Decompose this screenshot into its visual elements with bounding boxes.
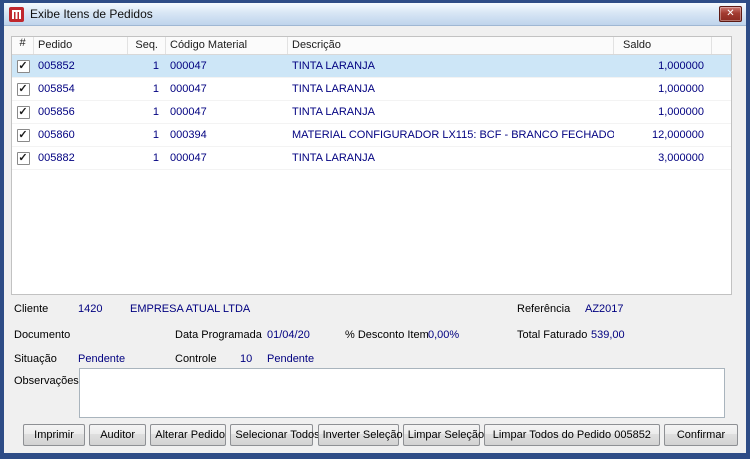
cell-codigo: 000047: [170, 60, 207, 72]
desconto-item-label: % Desconto Item: [345, 329, 429, 341]
data-programada-label: Data Programada: [175, 329, 262, 341]
row-checkbox[interactable]: ✓: [16, 59, 30, 73]
close-icon: ✕: [726, 8, 735, 19]
limpar-selecao-button[interactable]: Limpar Seleção: [402, 424, 484, 446]
col-header-pedido[interactable]: Pedido: [34, 37, 128, 54]
cliente-label: Cliente: [14, 303, 49, 315]
limpar-todos-pedido-button[interactable]: Limpar Todos do Pedido 005852: [483, 424, 660, 446]
table-row[interactable]: ✓ 005854 1 000047 TINTA LARANJA 1,000000: [12, 78, 731, 101]
cell-seq: 1: [152, 152, 159, 164]
orders-table: # Pedido Seq. Código Material Descrição …: [11, 36, 732, 295]
cell-pedido: 005852: [38, 60, 75, 72]
documento-label: Documento: [14, 329, 71, 341]
col-header-saldo[interactable]: Saldo: [614, 37, 712, 54]
table-header: # Pedido Seq. Código Material Descrição …: [12, 37, 731, 55]
total-faturado-label: Total Faturado: [517, 329, 588, 341]
cell-seq: 1: [152, 83, 159, 95]
situacao-label: Situação: [14, 353, 57, 365]
selecionar-todos-button[interactable]: Selecionar Todos: [230, 424, 320, 446]
situacao-value: Pendente: [78, 353, 126, 365]
cell-saldo: 12,000000: [652, 129, 704, 141]
check-icon: ✓: [18, 59, 28, 72]
cliente-name-value: EMPRESA ATUAL LTDA: [130, 303, 251, 315]
dialog-window: Exibe Itens de Pedidos ✕ # Pedido Seq. C…: [0, 0, 750, 459]
check-icon: ✓: [18, 82, 28, 95]
data-programada-value: 01/04/20: [267, 329, 310, 341]
desconto-item-value: 0,00%: [428, 329, 460, 341]
cell-descricao: MATERIAL CONFIGURADOR LX115: BCF - BRANC…: [292, 129, 614, 141]
referencia-value: AZ2017: [585, 303, 624, 315]
cell-descricao: TINTA LARANJA: [292, 60, 375, 72]
button-bar: Imprimir Auditor Alterar Pedido Selecion…: [23, 424, 738, 446]
cell-saldo: 1,000000: [658, 106, 704, 118]
title-bar: Exibe Itens de Pedidos ✕: [4, 3, 746, 26]
controle-status-value: Pendente: [267, 353, 315, 365]
cell-codigo: 000394: [170, 129, 207, 141]
cell-seq: 1: [152, 106, 159, 118]
table-row[interactable]: ✓ 005882 1 000047 TINTA LARANJA 3,000000: [12, 147, 731, 170]
row-checkbox[interactable]: ✓: [16, 82, 30, 96]
cell-pedido: 005882: [38, 152, 75, 164]
alterar-pedido-button[interactable]: Alterar Pedido: [150, 424, 227, 446]
window-title: Exibe Itens de Pedidos: [30, 7, 153, 21]
col-header-descricao[interactable]: Descrição: [288, 37, 614, 54]
col-header-seq[interactable]: Seq.: [128, 37, 166, 54]
inverter-selecao-button[interactable]: Inverter Seleção: [317, 424, 403, 446]
table-row[interactable]: ✓ 005852 1 000047 TINTA LARANJA 1,000000: [12, 55, 731, 78]
cell-pedido: 005860: [38, 129, 75, 141]
cell-codigo: 000047: [170, 152, 207, 164]
cell-descricao: TINTA LARANJA: [292, 152, 375, 164]
cell-descricao: TINTA LARANJA: [292, 83, 375, 95]
cell-saldo: 1,000000: [658, 60, 704, 72]
row-checkbox[interactable]: ✓: [16, 151, 30, 165]
observacoes-label: Observações: [14, 375, 79, 387]
cliente-code-value: 1420: [78, 303, 103, 315]
col-header-extra: [712, 37, 731, 54]
table-row[interactable]: ✓ 005860 1 000394 MATERIAL CONFIGURADOR …: [12, 124, 731, 147]
cell-pedido: 005856: [38, 106, 75, 118]
cell-descricao: TINTA LARANJA: [292, 106, 375, 118]
cell-seq: 1: [152, 60, 159, 72]
row-checkbox[interactable]: ✓: [16, 105, 30, 119]
cell-pedido: 005854: [38, 83, 75, 95]
controle-value: 10: [240, 353, 253, 365]
check-icon: ✓: [18, 151, 28, 164]
cell-seq: 1: [152, 129, 159, 141]
cell-codigo: 000047: [170, 83, 207, 95]
imprimir-button[interactable]: Imprimir: [23, 424, 85, 446]
app-logo-icon: [9, 6, 24, 22]
total-faturado-value: 539,00: [591, 329, 625, 341]
close-button[interactable]: ✕: [719, 6, 742, 22]
check-icon: ✓: [18, 128, 28, 141]
check-icon: ✓: [18, 105, 28, 118]
table-row[interactable]: ✓ 005856 1 000047 TINTA LARANJA 1,000000: [12, 101, 731, 124]
cell-saldo: 1,000000: [658, 83, 704, 95]
referencia-label: Referência: [517, 303, 571, 315]
cell-codigo: 000047: [170, 106, 207, 118]
col-header-codigo[interactable]: Código Material: [166, 37, 288, 54]
auditor-button[interactable]: Auditor: [89, 424, 147, 446]
col-header-check[interactable]: #: [12, 37, 34, 54]
row-checkbox[interactable]: ✓: [16, 128, 30, 142]
confirmar-button[interactable]: Confirmar: [663, 424, 738, 446]
cell-saldo: 3,000000: [658, 152, 704, 164]
observacoes-input[interactable]: [79, 368, 725, 418]
controle-label: Controle: [175, 353, 217, 365]
